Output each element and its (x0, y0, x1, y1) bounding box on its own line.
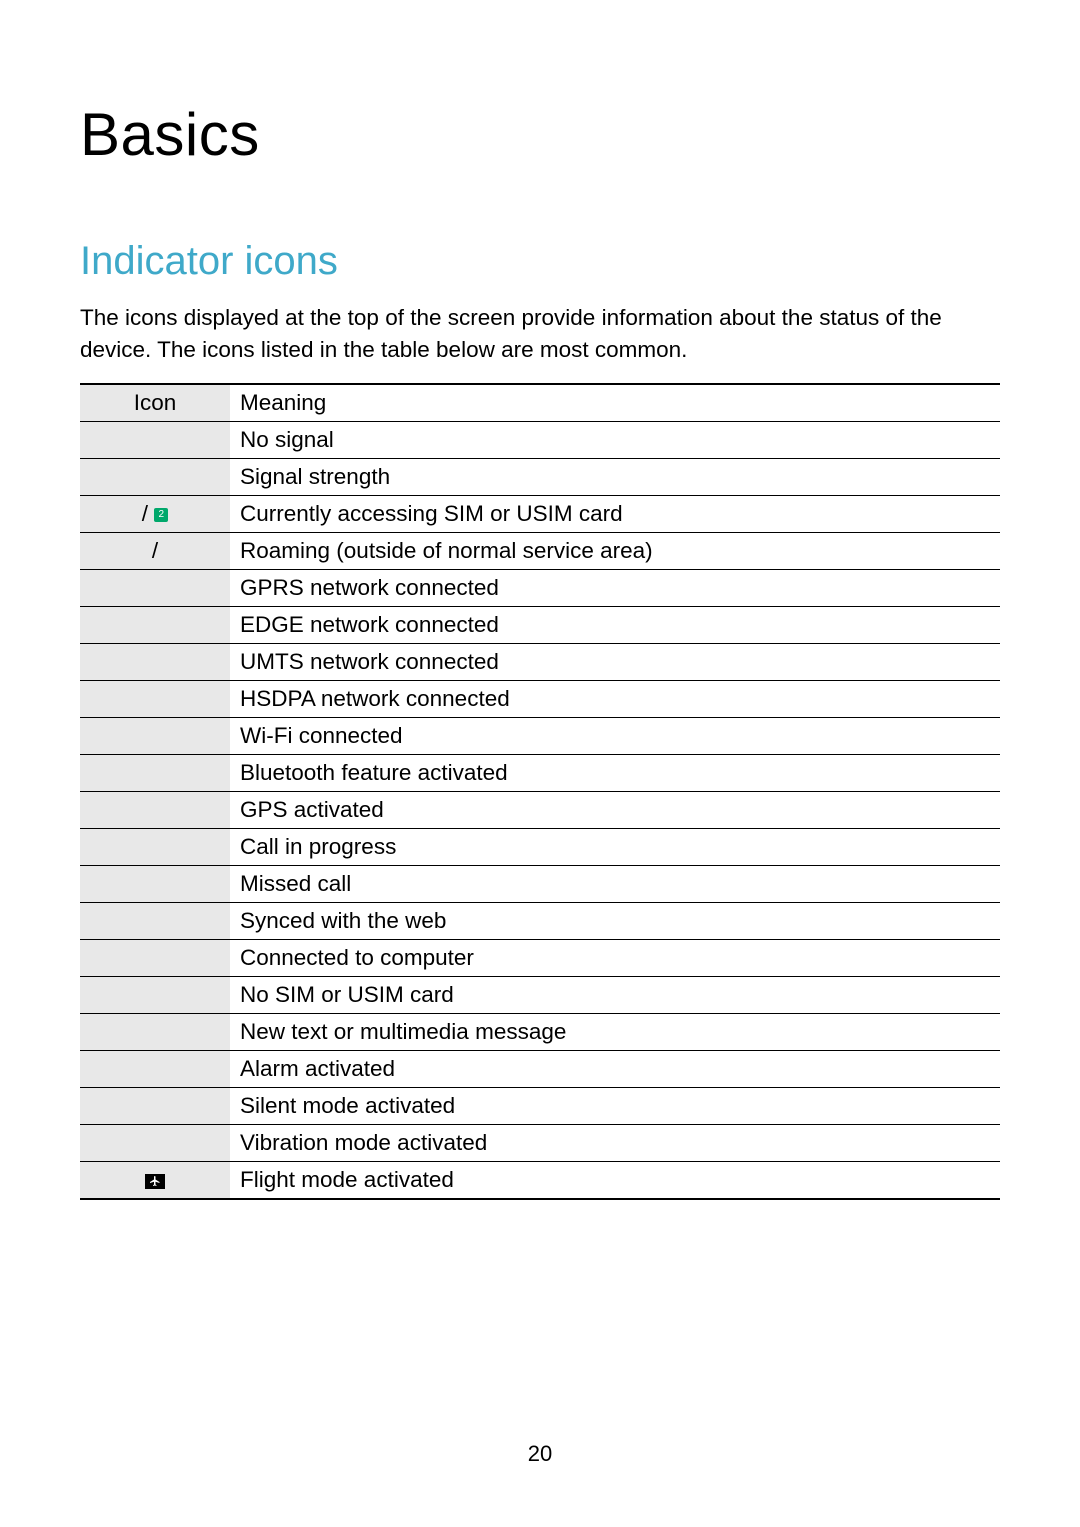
meaning-cell: GPS activated (230, 792, 1000, 829)
meaning-cell: UMTS network connected (230, 644, 1000, 681)
icon-cell (80, 681, 230, 718)
icon-cell (80, 903, 230, 940)
table-row: HSDPA network connected (80, 681, 1000, 718)
table-row: Signal strength (80, 459, 1000, 496)
icon-cell (80, 644, 230, 681)
page-number: 20 (0, 1441, 1080, 1467)
table-row: Silent mode activated (80, 1088, 1000, 1125)
table-row: /Roaming (outside of normal service area… (80, 533, 1000, 570)
icon-cell (80, 829, 230, 866)
section-heading: Indicator icons (80, 239, 1000, 284)
meaning-cell: No signal (230, 422, 1000, 459)
meaning-cell: Vibration mode activated (230, 1125, 1000, 1162)
icon-cell (80, 1051, 230, 1088)
meaning-cell: HSDPA network connected (230, 681, 1000, 718)
table-row: No signal (80, 422, 1000, 459)
icon-cell (80, 977, 230, 1014)
sim-slash: / (142, 501, 155, 526)
meaning-cell: Connected to computer (230, 940, 1000, 977)
table-row: / 2Currently accessing SIM or USIM card (80, 496, 1000, 533)
table-row: EDGE network connected (80, 607, 1000, 644)
icon-cell (80, 570, 230, 607)
table-row: New text or multimedia message (80, 1014, 1000, 1051)
icon-cell (80, 1088, 230, 1125)
meaning-cell: Currently accessing SIM or USIM card (230, 496, 1000, 533)
meaning-cell: Silent mode activated (230, 1088, 1000, 1125)
meaning-cell: Bluetooth feature activated (230, 755, 1000, 792)
table-row: Alarm activated (80, 1051, 1000, 1088)
sim-badge-icon: 2 (154, 508, 168, 522)
icon-cell: / (80, 533, 230, 570)
meaning-cell: New text or multimedia message (230, 1014, 1000, 1051)
document-page: Basics Indicator icons The icons display… (0, 0, 1080, 1527)
meaning-cell: Signal strength (230, 459, 1000, 496)
page-title: Basics (80, 100, 1000, 169)
icon-cell (80, 1162, 230, 1200)
airplane-icon (145, 1174, 165, 1189)
icon-cell (80, 1014, 230, 1051)
table-header-icon: Icon (80, 384, 230, 422)
table-header-meaning: Meaning (230, 384, 1000, 422)
table-row: UMTS network connected (80, 644, 1000, 681)
icon-cell (80, 718, 230, 755)
table-row: Wi-Fi connected (80, 718, 1000, 755)
meaning-cell: Missed call (230, 866, 1000, 903)
table-row: GPS activated (80, 792, 1000, 829)
icon-cell (80, 755, 230, 792)
icon-cell (80, 866, 230, 903)
meaning-cell: Roaming (outside of normal service area) (230, 533, 1000, 570)
icon-cell (80, 940, 230, 977)
table-row: Bluetooth feature activated (80, 755, 1000, 792)
meaning-cell: Wi-Fi connected (230, 718, 1000, 755)
table-row: Missed call (80, 866, 1000, 903)
meaning-cell: Synced with the web (230, 903, 1000, 940)
table-row: No SIM or USIM card (80, 977, 1000, 1014)
indicator-icons-table: IconMeaningNo signalSignal strength/ 2Cu… (80, 383, 1000, 1200)
meaning-cell: Call in progress (230, 829, 1000, 866)
meaning-cell: No SIM or USIM card (230, 977, 1000, 1014)
icon-cell (80, 792, 230, 829)
icon-cell (80, 459, 230, 496)
table-row: Flight mode activated (80, 1162, 1000, 1200)
icon-cell (80, 607, 230, 644)
meaning-cell: Alarm activated (230, 1051, 1000, 1088)
meaning-cell: Flight mode activated (230, 1162, 1000, 1200)
table-row: GPRS network connected (80, 570, 1000, 607)
table-row: Synced with the web (80, 903, 1000, 940)
icon-cell: / 2 (80, 496, 230, 533)
icon-cell (80, 1125, 230, 1162)
meaning-cell: GPRS network connected (230, 570, 1000, 607)
meaning-cell: EDGE network connected (230, 607, 1000, 644)
table-row: Call in progress (80, 829, 1000, 866)
table-row: Vibration mode activated (80, 1125, 1000, 1162)
table-header-row: IconMeaning (80, 384, 1000, 422)
table-row: Connected to computer (80, 940, 1000, 977)
icon-cell (80, 422, 230, 459)
intro-paragraph: The icons displayed at the top of the sc… (80, 302, 1000, 365)
